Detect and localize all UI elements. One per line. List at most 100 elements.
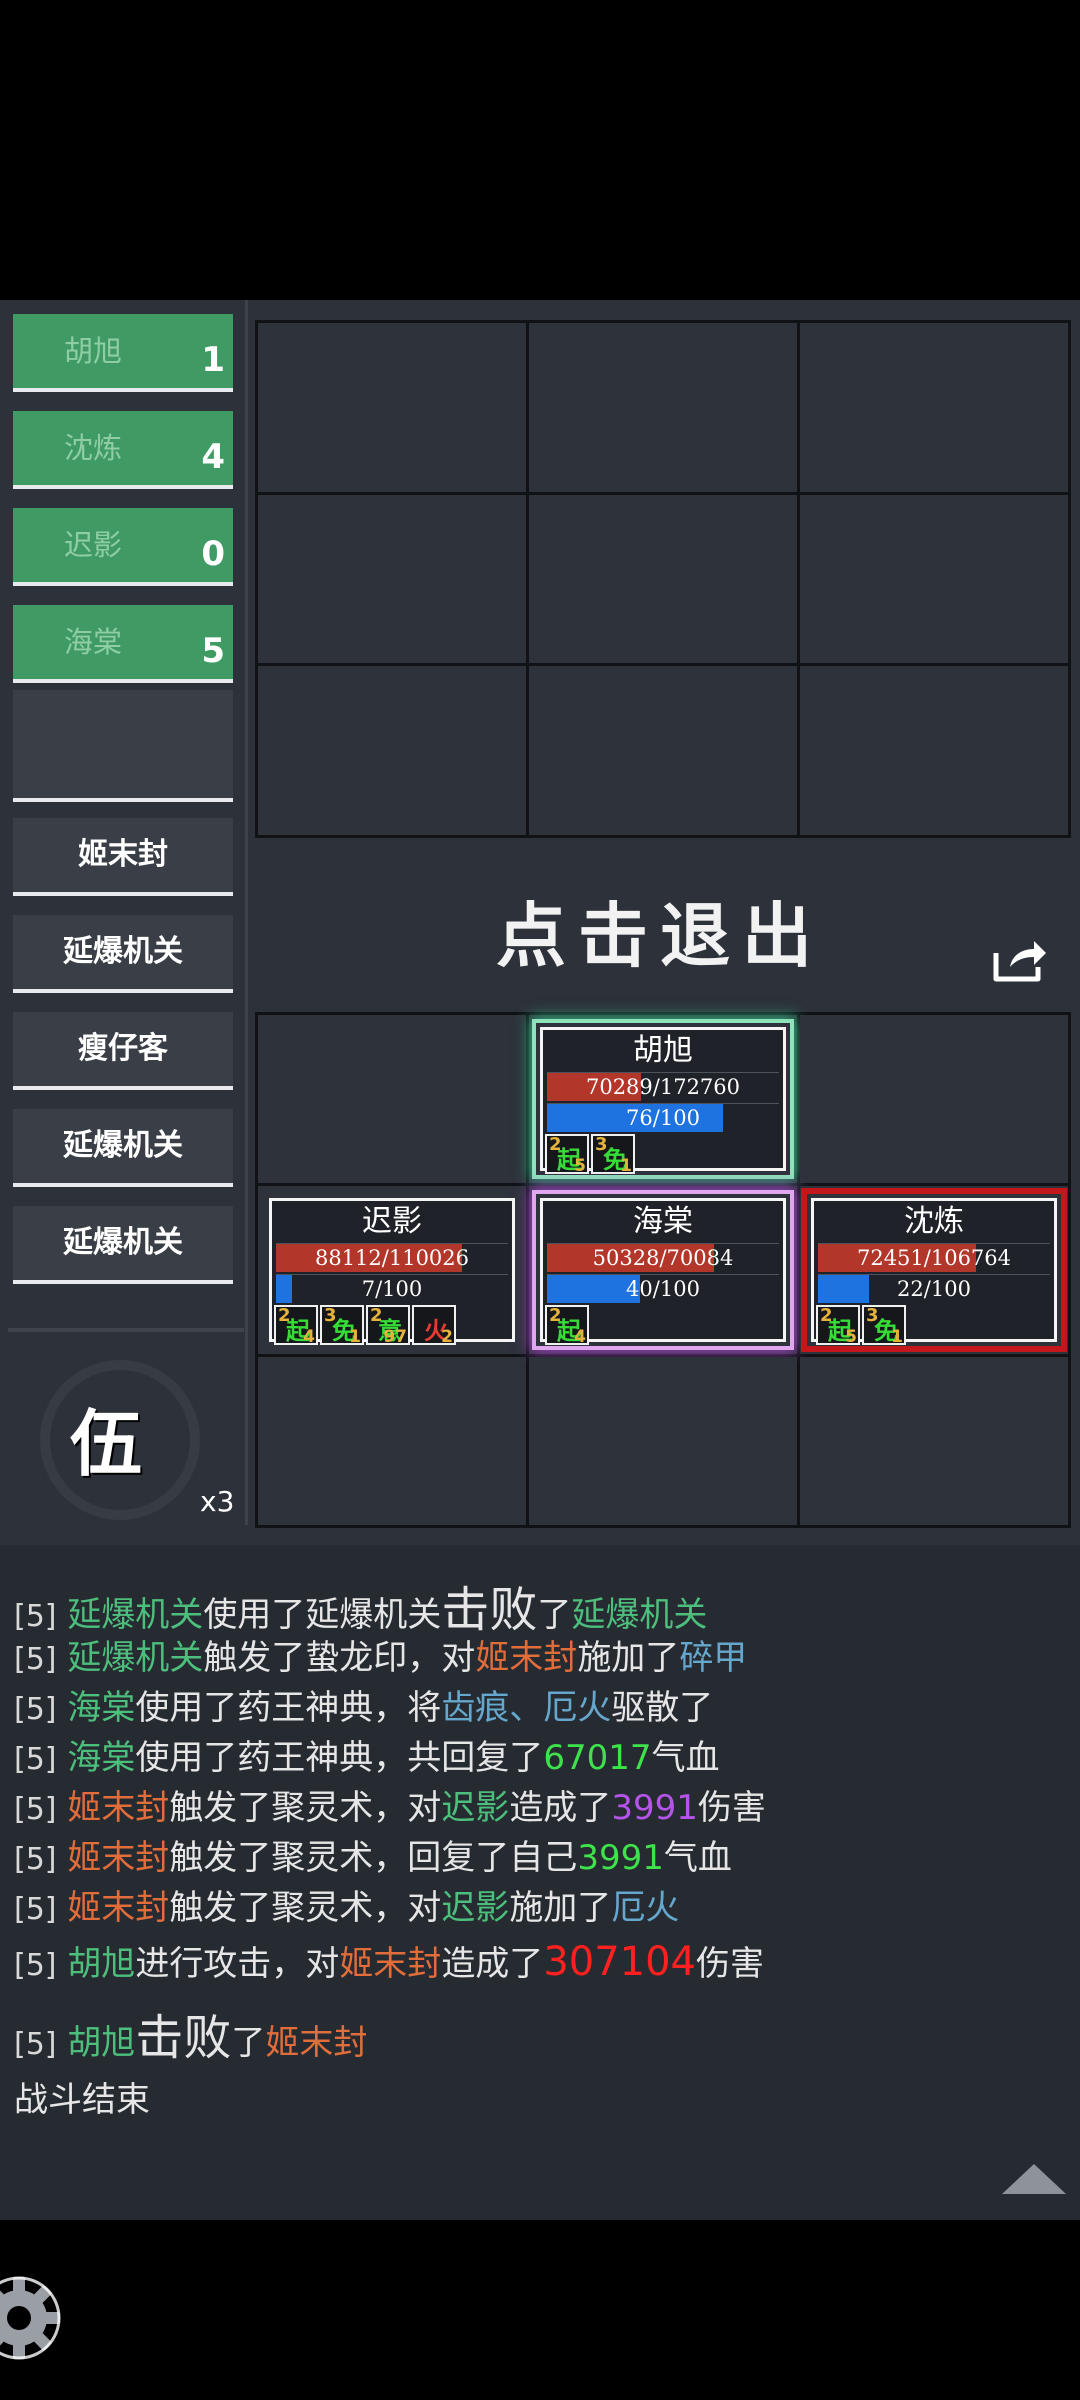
speed-multiplier[interactable]: x3 [200,1485,234,1518]
buff-icon[interactable]: 2 意 97 [366,1305,410,1347]
buff-icon[interactable]: 2起5 [816,1305,860,1347]
buff-count: 1 [349,1327,361,1347]
round-tag: [5] [14,1742,57,1777]
log-status: 齿痕、厄火 [441,1688,612,1728]
log-actor: 延爆机关 [67,1595,204,1635]
log-text: 伤害 [697,1788,766,1828]
log-text: 了 [537,1595,572,1635]
round-tag: [5] [14,2027,57,2062]
ally-grid-cell[interactable] [529,1357,797,1525]
unit-card[interactable]: 迟影 88112/110026 7/100 2 起 4 3 免 1 2 意 97 火 2 [265,1194,519,1347]
log-text: 进行攻击，对 [135,1944,340,1984]
log-text: 触发了聚灵术，回复了自己 [169,1838,578,1878]
unit-card[interactable]: 胡旭 70289/172760 76/100 2起53免1 [536,1023,790,1176]
log-text: 伤害 [696,1944,765,1984]
ally-grid-cell[interactable] [258,1015,526,1183]
log-text: 使用了延爆机关 [203,1595,442,1635]
ally-list-item[interactable]: 海棠 5 [13,605,233,683]
enemy-list-item[interactable]: 延爆机关 [13,1109,233,1187]
log-actor: 姬末封 [67,1838,170,1878]
buff-icon[interactable]: 3免1 [862,1305,906,1347]
log-text: 触发了蛰龙印，对 [203,1638,476,1678]
enemy-grid-cell[interactable] [529,494,797,664]
mp-bar: 22/100 [818,1274,1050,1303]
scroll-up-icon[interactable] [1002,2164,1066,2194]
buff-count: 4 [574,1327,586,1347]
hp-bar: 72451/106764 [818,1243,1050,1272]
enemy-list-item[interactable]: 姬末封 [13,818,233,896]
ally-list-item[interactable]: 迟影 0 [13,508,233,586]
enemy-grid-cell[interactable] [258,323,526,492]
buff-icon[interactable]: 2起5 [545,1134,589,1176]
unit-name: 沈炼 [904,1204,964,1239]
ally-grid-cell[interactable]: 迟影 88112/110026 7/100 2 起 4 3 免 1 2 意 97 火 2 [258,1186,526,1354]
mp-bar: 7/100 [276,1274,508,1303]
log-status: 厄火 [611,1888,680,1928]
buff-icon[interactable]: 3免1 [320,1305,364,1347]
enemy-grid-cell[interactable] [800,323,1068,492]
enemy-grid-cell[interactable] [529,666,797,835]
buff-icon[interactable]: 火2 [412,1305,456,1347]
ally-grid-cell[interactable]: 胡旭 70289/172760 76/100 2起53免1 [529,1015,797,1183]
enemy-grid-cell[interactable] [800,494,1068,664]
enemy-list-item[interactable]: 延爆机关 [13,915,233,993]
ally-grid-cell[interactable] [800,1357,1068,1525]
log-text: 使用了药王神典，共回复了 [135,1738,544,1778]
log-actor: 胡旭 [67,2023,136,2063]
enemy-list-item[interactable]: 延爆机关 [13,1206,233,1284]
enemy-grid-cell[interactable] [800,666,1068,835]
buff-list: 2起53免1 [545,1134,783,1176]
log-target: 迟影 [441,1888,510,1928]
board-area: 胡旭 1 沈炼 4 迟影 0 海棠 5 姬末封 延爆机关 瘦仔客 延爆机关 延爆… [0,300,1080,1545]
log-text: 造成了 [509,1788,612,1828]
enemy-grid-cell[interactable] [258,494,526,664]
log-target: 姬末封 [265,2023,368,2063]
round-tag: [5] [14,1792,57,1827]
round-tag: [5] [14,1692,57,1727]
buff-icon[interactable]: 2起4 [274,1305,318,1347]
log-text: 气血 [663,1838,732,1878]
log-number: 307104 [543,1939,697,1985]
unit-name: 胡旭 [633,1033,693,1068]
round-indicator: 伍 [70,1401,143,1486]
log-actor: 胡旭 [67,1944,136,1984]
log-text: 驱散了 [611,1688,714,1728]
mp-text: 22/100 [897,1277,971,1301]
ally-count: 5 [201,631,225,671]
enemy-grid-cell[interactable] [529,323,797,492]
ally-list-item[interactable]: 沈炼 4 [13,411,233,489]
ally-list-empty-slot [13,690,233,802]
ally-grid-cell[interactable] [258,1357,526,1525]
buff-list: 2起53免1 [816,1305,1054,1347]
ally-grid: 胡旭 70289/172760 76/100 2起53免1 迟影 88112/1… [255,1012,1071,1528]
buff-icon[interactable]: 2起4 [545,1305,589,1347]
ally-grid-cell[interactable] [800,1015,1068,1183]
ally-list-item[interactable]: 胡旭 1 [13,314,233,392]
log-target: 姬末封 [475,1638,578,1678]
mp-bar: 76/100 [547,1103,779,1132]
exit-button[interactable]: 点击退出 [255,880,1065,981]
share-icon[interactable] [990,935,1050,985]
enemy-list-item[interactable]: 瘦仔客 [13,1012,233,1090]
log-line: [5] 姬末封触发了聚灵术，对迟影造成了3991伤害 [14,1780,766,1829]
log-line: [5] 胡旭击败了姬末封 [14,1998,367,2068]
log-line: [5] 延爆机关触发了蛰龙印，对姬末封施加了碎甲 [14,1630,747,1679]
unit-card[interactable]: 沈炼 72451/106764 22/100 2起53免1 [807,1194,1061,1347]
ally-grid-cell[interactable]: 沈炼 72451/106764 22/100 2起53免1 [800,1186,1068,1354]
ally-grid-cell[interactable]: 海棠 50328/70084 40/100 2起4 [529,1186,797,1354]
unit-card[interactable]: 海棠 50328/70084 40/100 2起4 [536,1194,790,1347]
ally-count: 4 [201,437,225,477]
log-status: 碎甲 [679,1638,748,1678]
settings-gear-icon[interactable] [0,2275,62,2361]
buff-icon[interactable]: 3免1 [591,1134,635,1176]
hp-bar: 50328/70084 [547,1243,779,1272]
buff-count: 5 [574,1156,586,1176]
hp-text: 88112/110026 [314,1246,470,1270]
enemy-grid-cell[interactable] [258,666,526,835]
log-number: 67017 [543,1738,652,1778]
log-text: 触发了聚灵术，对 [169,1888,442,1928]
log-line: [5] 胡旭进行攻击，对姬末封造成了307104伤害 [14,1936,764,1985]
log-text: 击败 [135,2010,232,2066]
ally-name: 沈炼 [63,431,122,465]
unit-name: 迟影 [362,1204,422,1239]
